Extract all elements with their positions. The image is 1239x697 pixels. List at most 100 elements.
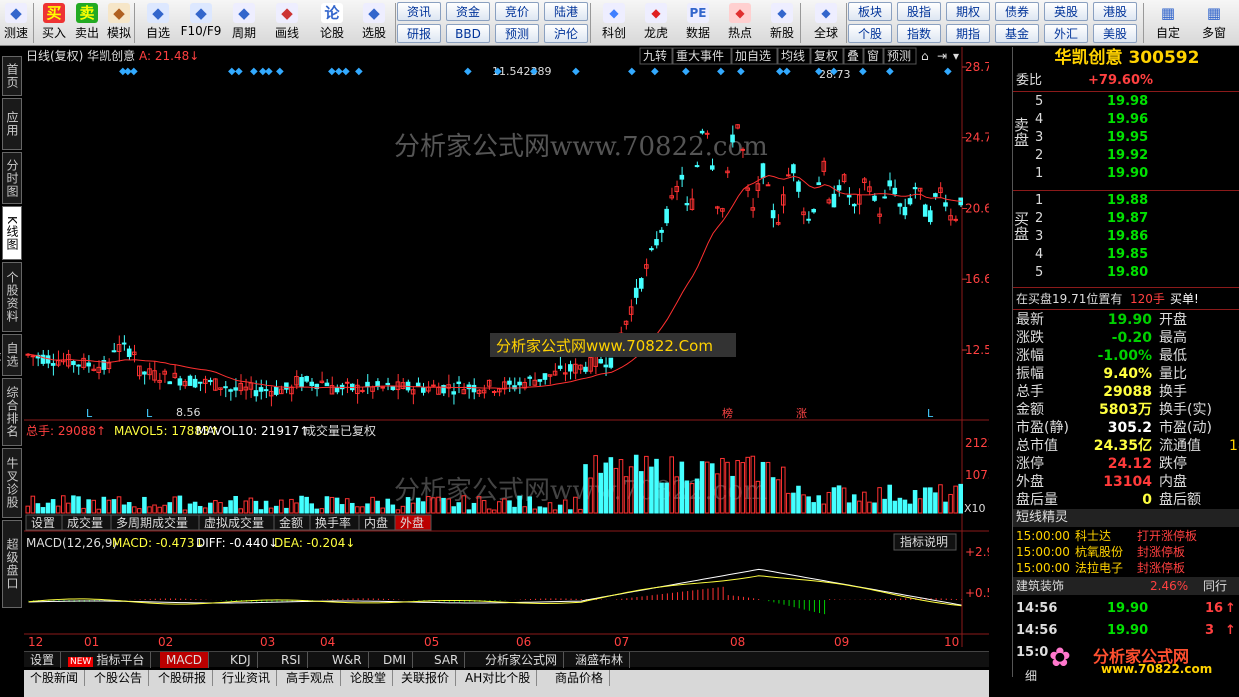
elf-row[interactable]: 15:00:00 法拉电子 封涨停板 [1013,559,1239,577]
toolbar-sell-button[interactable]: 卖卖出 [72,2,102,44]
toolbar-grid-button[interactable]: 英股 [1044,2,1088,21]
volume-bar [664,482,669,514]
indicator-tab[interactable]: W&R [326,652,369,668]
toolbar-magnifier-button[interactable]: ◆ 选股 [354,2,394,44]
toolbar-grid-button[interactable]: 基金 [995,24,1039,43]
volume-bar [187,503,193,514]
indicator-tab[interactable]: RSI [275,652,308,668]
bid-price: 19.80 [1107,265,1149,280]
toolbar-pencil-button[interactable]: ◆ 画线 [266,2,308,44]
stat-label: 振幅 [1016,366,1044,382]
toolbar-buy-button[interactable]: 买买入 [38,2,70,44]
toolbar-pe-button[interactable]: PE 数据 [678,2,718,44]
toolbar-separator [134,3,135,43]
expand-icon[interactable]: ⇥ [937,49,947,63]
more-icon[interactable]: ▾ [953,49,959,63]
toolbar-grid-button[interactable]: 研报 [397,24,441,43]
info-tab[interactable]: 行业资讯 [216,670,278,686]
toolbar-grid-button[interactable]: 资讯 [397,2,441,21]
ask-row[interactable]: 2 19.92 [1013,147,1239,165]
ask-row[interactable]: 1 19.90 [1013,165,1239,183]
toolbar-multiwin-button[interactable]: ▦ 多窗 [1194,2,1234,44]
event-marker: L [927,407,934,420]
lock-icon[interactable]: ⌂ [921,49,929,63]
left-tab-7[interactable]: 牛叉诊股 [2,448,22,518]
info-tab[interactable]: 高手观点 [280,670,342,686]
bid-row[interactable]: 5 19.80 [1013,264,1239,282]
toolbar-grid-button[interactable]: 期指 [946,24,990,43]
left-tab-2[interactable]: 分时图 [2,152,22,204]
toolbar-grid-button[interactable]: 指数 [897,24,941,43]
left-tab-0[interactable]: 首页 [2,56,22,96]
toolbar-grid-button[interactable]: 期权 [946,2,990,21]
toolbar-kc-button[interactable]: ◆ 科创 [594,2,634,44]
bid-row[interactable]: 2 19.87 [1013,210,1239,228]
toolbar-hot-button[interactable]: ◆ 热点 [720,2,760,44]
left-tab-3[interactable]: K线图 [2,206,22,260]
indicator-tab[interactable]: 分析家公式网 [479,652,565,668]
stat-label: 总手 [1016,384,1044,400]
ask-row[interactable]: 5 19.98 [1013,93,1239,111]
toolbar-hammer-button[interactable]: ◆ 模拟 [104,2,134,44]
indicator-tab[interactable]: 涵盛布林 [569,652,631,668]
toolbar-separator [1143,3,1144,43]
volume-bar [294,502,299,514]
toolbar-dragon-button[interactable]: ◆ 龙虎 [636,2,676,44]
toolbar-grid-button[interactable]: BBD [446,24,490,43]
indicator-tab[interactable]: KDJ [224,652,258,668]
bid-row[interactable]: 4 19.85 [1013,246,1239,264]
left-tab-1[interactable]: 应用 [2,98,22,150]
indicator-tab[interactable]: DMI [377,652,414,668]
toolbar-grid-button[interactable]: 美股 [1093,24,1137,43]
indicator-tab[interactable]: 设置 [24,652,62,668]
tick-qty: 3 [1205,623,1215,638]
toolbar-grid-button[interactable]: 股指 [897,2,941,21]
toolbar-newstock-button[interactable]: ◆ 新股 [762,2,802,44]
toolbar-grid-button[interactable]: 个股 [848,24,892,43]
volume-bar [684,480,690,514]
candle-body [786,174,791,177]
toolbar-forum-button[interactable]: 论论股 [312,2,352,44]
volume-bar [349,502,355,514]
toolbar-stopwatch-button[interactable]: ◆ 测速 [0,2,32,44]
info-tab[interactable]: 论股堂 [344,670,394,686]
order-note: 在买盘19.71位置有 [1016,292,1123,306]
indicator-tab[interactable]: NEW 指标平台 [62,652,152,668]
info-tab[interactable]: 商品价格 [549,670,611,686]
toolbar-custom-button[interactable]: ▦ 自定 [1148,2,1188,44]
toolbar-grid-button[interactable]: 债券 [995,2,1039,21]
bid-row[interactable]: 3 19.86 [1013,228,1239,246]
toolbar-period-button[interactable]: ◆ 周期 [224,2,264,44]
info-tab[interactable]: 个股研报 [152,670,214,686]
toolbar-globe-button[interactable]: ◆ 全球 [806,2,846,44]
left-tab-4[interactable]: 个股资料 [2,262,22,332]
info-tab[interactable]: 个股新闻 [24,670,86,686]
kline-chart[interactable]: 日线(复权) 华凯创意 A: 21.48↓ 九转 重大事件 加自选 均线 复权叠窗预测 ⌂ ⇥ ▾… [24,47,1009,675]
indicator-tab[interactable]: MACD [160,652,209,668]
indicator-tab[interactable]: SAR [428,652,466,668]
toolbar-grid-button[interactable]: 陆港 [544,2,588,21]
toolbar-grid-button[interactable]: 板块 [848,2,892,21]
sector-row[interactable]: 建筑装饰 2.46% 同行 [1013,577,1239,595]
info-tab[interactable]: AH对比个股 [459,670,538,686]
left-tab-5[interactable]: 自选股 [0,334,22,376]
bid-row[interactable]: 1 19.88 [1013,192,1239,210]
toolbar-f10-button[interactable]: ◆ F10/F9 [180,2,222,44]
volume-bar [355,506,360,514]
info-tab[interactable]: 关联报价 [395,670,457,686]
toolbar-grid-button[interactable]: 港股 [1093,2,1137,21]
left-tab-6[interactable]: 综合排名 [2,378,22,446]
volume-bar [917,498,923,514]
indicator-tab-label: 分析家公式网 [485,653,558,667]
left-tab-8[interactable]: 超级盘口 [2,520,22,608]
toolbar-grid-button[interactable]: 预测 [495,24,539,43]
volume-bar [197,505,203,514]
toolbar-star-button[interactable]: ◆ 自选 [138,2,178,44]
ask-row[interactable]: 4 19.96 [1013,111,1239,129]
toolbar-grid-button[interactable]: 资金 [446,2,490,21]
toolbar-grid-button[interactable]: 竞价 [495,2,539,21]
info-tab[interactable]: 个股公告 [88,670,150,686]
ask-row[interactable]: 3 19.95 [1013,129,1239,147]
toolbar-grid-button[interactable]: 外汇 [1044,24,1088,43]
toolbar-grid-button[interactable]: 沪伦 [544,24,588,43]
